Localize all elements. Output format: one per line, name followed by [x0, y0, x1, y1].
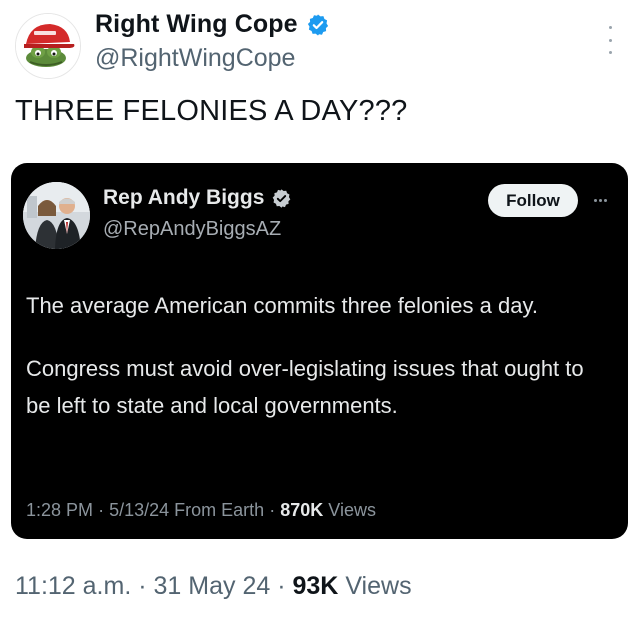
- meta-separator: ·: [277, 572, 286, 600]
- quoted-tweet-source: From Earth: [174, 500, 265, 520]
- author-handle[interactable]: @RightWingCope: [95, 44, 295, 73]
- quoted-tweet-card[interactable]: Rep Andy Biggs @RepAndyBiggsAZ Follow Th…: [11, 163, 628, 539]
- quoted-author-display-name[interactable]: Rep Andy Biggs: [103, 186, 264, 210]
- tweet-text: THREE FELONIES A DAY???: [15, 95, 408, 127]
- quoted-tweet-meta: 1:28 PM · 5/13/24 From Earth · 870K View…: [26, 500, 376, 521]
- more-horizontal-icon[interactable]: [594, 199, 607, 202]
- more-vertical-icon[interactable]: [604, 26, 616, 54]
- tweet-date[interactable]: 31 May 24: [154, 572, 271, 600]
- frog-avatar-image: [16, 14, 80, 78]
- quoted-tweet-date[interactable]: 5/13/24: [109, 500, 169, 520]
- author-avatar[interactable]: [15, 13, 81, 79]
- verified-badge-icon: [273, 188, 291, 208]
- tweet-views-label: Views: [345, 572, 412, 600]
- tweet-post: Right Wing Cope @RightWingCope THREE FEL…: [0, 0, 639, 628]
- author-display-name[interactable]: Right Wing Cope: [95, 10, 298, 39]
- quoted-tweet-paragraph: Congress must avoid over-legislating iss…: [26, 356, 584, 418]
- verified-badge-icon: [307, 14, 328, 35]
- meta-separator: ·: [138, 572, 147, 600]
- meta-separator: ·: [269, 500, 276, 520]
- quoted-tweet-paragraph: The average American commits three felon…: [26, 293, 538, 318]
- tweet-time[interactable]: 11:12 a.m.: [15, 572, 131, 600]
- author-name-row: Right Wing Cope: [95, 10, 330, 39]
- quoted-tweet-body: The average American commits three felon…: [26, 287, 606, 450]
- couple-photo-image: [23, 182, 90, 249]
- quoted-author-avatar[interactable]: [23, 182, 90, 249]
- tweet-meta: 11:12 a.m. · 31 May 24 · 93K Views: [15, 572, 412, 601]
- quoted-tweet-time[interactable]: 1:28 PM: [26, 500, 93, 520]
- follow-button[interactable]: Follow: [488, 184, 578, 217]
- quoted-author-name-row: Rep Andy Biggs: [103, 186, 292, 210]
- tweet-views-count[interactable]: 93K: [293, 572, 339, 600]
- quoted-author-handle[interactable]: @RepAndyBiggsAZ: [103, 218, 281, 241]
- quoted-tweet-views-label: Views: [328, 500, 376, 520]
- quoted-tweet-views-count[interactable]: 870K: [280, 500, 323, 520]
- meta-separator: ·: [98, 500, 105, 520]
